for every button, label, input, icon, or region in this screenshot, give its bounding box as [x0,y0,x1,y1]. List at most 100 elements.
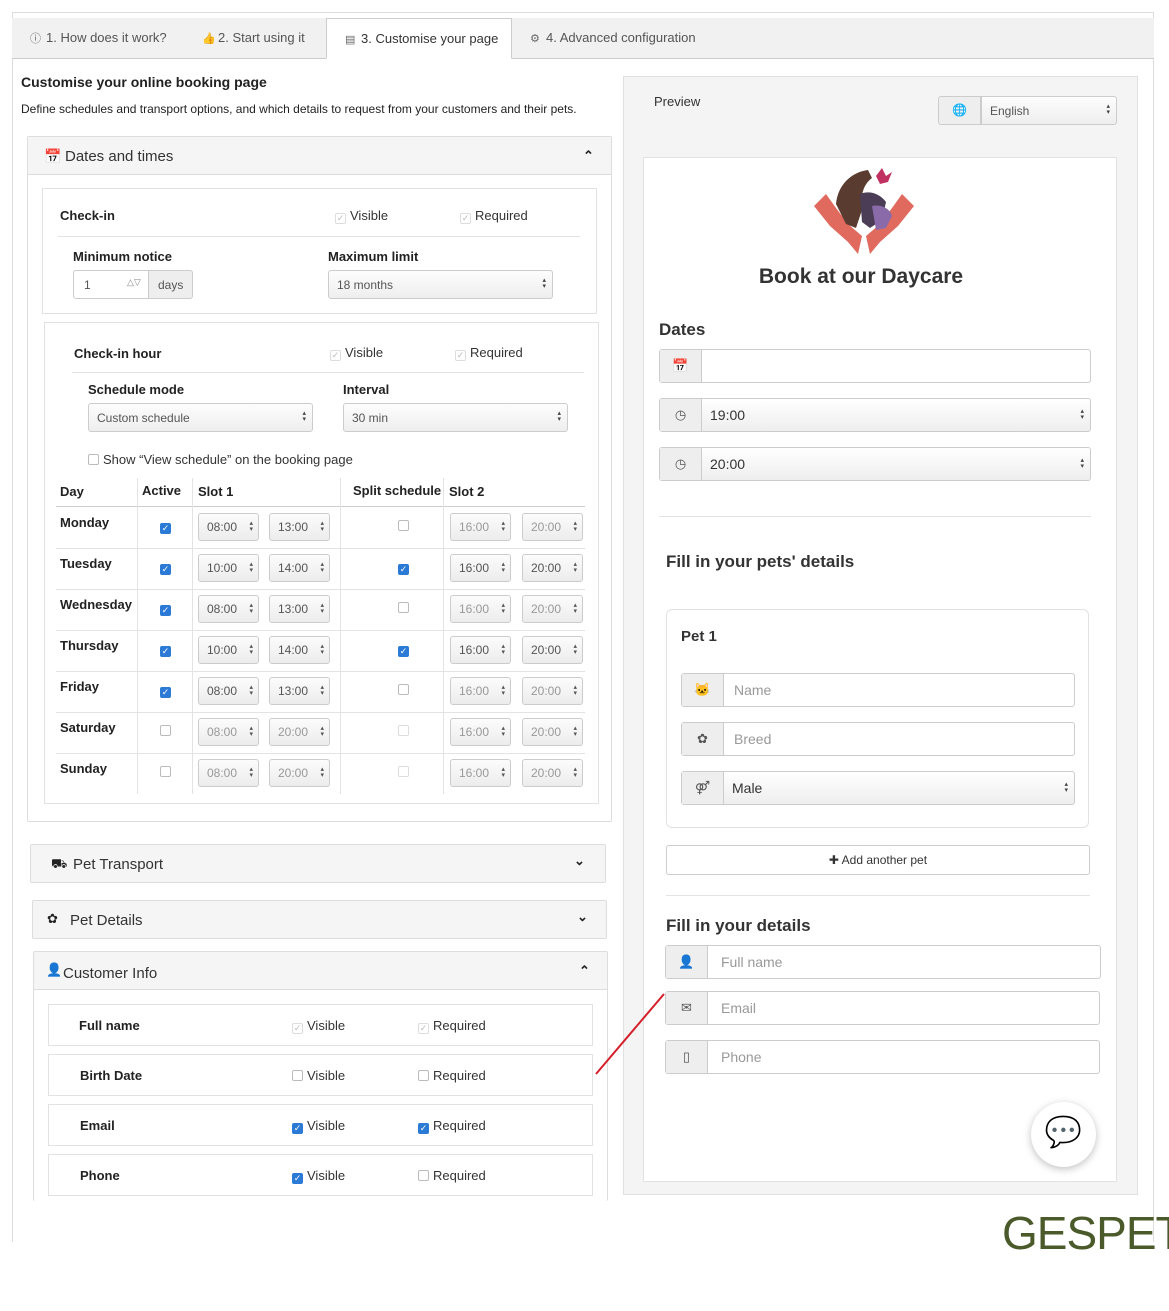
thumbs-up-icon: 👍 [202,33,216,45]
slot1-end-select[interactable]: 14:00 [269,554,330,582]
pet-details-header[interactable]: ✿ Pet Details ⌄ [32,900,607,939]
tab-advanced-config[interactable]: ⚙ 4. Advanced configuration [512,18,712,59]
add-pet-button[interactable]: ✚ Add another pet [666,845,1090,875]
tab-how-it-works[interactable]: ⓘ 1. How does it work? [12,18,184,59]
customer-required-checkbox[interactable]: ✓ Required [418,1018,486,1034]
slot1-start-select[interactable]: 08:00 [198,759,259,787]
slot1-end-select[interactable]: 20:00 [269,759,330,787]
customer-visible-checkbox[interactable]: ✓ Visible [292,1118,345,1134]
slot1-start-select[interactable]: 08:00 [198,677,259,705]
date-input[interactable]: 📅 [659,349,1091,383]
language-select[interactable]: English [981,96,1117,125]
checkin-visible-checkbox[interactable]: ✓ Visible [335,208,388,224]
show-schedule-checkbox[interactable]: Show “View schedule” on the booking page [88,452,353,467]
day-label: Wednesday [60,597,133,612]
slot2-start-select[interactable]: 16:00 [450,636,511,664]
divider [659,516,1091,517]
customer-required-checkbox[interactable]: Required [418,1168,486,1183]
active-checkbox[interactable]: ✓ [160,558,175,576]
chevron-down-icon[interactable]: ⌄ [574,853,585,869]
customer-info-header[interactable]: 👤 Customer Info ⌃ [34,952,607,990]
slot2-start-select[interactable]: 16:00 [450,677,511,705]
customer-visible-checkbox[interactable]: ✓ Visible [292,1018,345,1034]
slot1-end-select[interactable]: 13:00 [269,595,330,623]
active-checkbox[interactable] [160,763,175,781]
slot2-end-select[interactable]: 20:00 [522,759,583,787]
interval-select[interactable]: 30 min [343,403,568,432]
min-notice-label: Minimum notice [73,249,172,264]
split-checkbox[interactable]: ✓ [398,640,413,658]
calendar-icon: 📅 [44,148,62,164]
customer-visible-checkbox[interactable]: Visible [292,1068,345,1083]
hour-required-checkbox[interactable]: ✓ Required [455,345,523,361]
chat-icon[interactable]: 💬 [1031,1102,1096,1167]
slot2-end-select[interactable]: 20:00 [522,595,583,623]
col-split: Split schedule [353,483,442,498]
slot2-end-select[interactable]: 20:00 [522,677,583,705]
day-label: Friday [60,679,100,694]
tab-customise-page[interactable]: ▤ 3. Customise your page [326,18,512,59]
checkin-time-select[interactable]: ◷ 19:00 [659,398,1091,432]
slot2-start-select[interactable]: 16:00 [450,718,511,746]
slot2-start-select[interactable]: 16:00 [450,759,511,787]
checkout-time-select[interactable]: ◷ 20:00 [659,447,1091,481]
min-notice-input[interactable]: 1 △▽ [73,270,149,299]
chevron-down-icon[interactable]: ⌄ [577,909,588,925]
active-checkbox[interactable] [160,722,175,740]
col-day: Day [60,484,84,499]
split-checkbox[interactable] [398,722,413,740]
schedule-mode-label: Schedule mode [88,382,185,397]
customer-required-checkbox[interactable]: Required [418,1068,486,1083]
slot1-end-select[interactable]: 20:00 [269,718,330,746]
schedule-mode-select[interactable]: Custom schedule [88,403,313,432]
clock-icon: ◷ [660,448,702,480]
split-checkbox[interactable] [398,599,413,617]
slot1-start-select[interactable]: 08:00 [198,595,259,623]
page-description: Define schedules and transport options, … [21,102,577,116]
slot2-start-select[interactable]: 16:00 [450,595,511,623]
slot2-start-select[interactable]: 16:00 [450,554,511,582]
email-input[interactable]: ✉ Email [665,991,1100,1025]
gespet-logo: GESPET [1002,1207,1169,1259]
slot2-end-select[interactable]: 20:00 [522,636,583,664]
pet-name-input[interactable]: 🐱 Name [681,673,1075,707]
row-divider [56,589,585,590]
hour-visible-checkbox[interactable]: ✓ Visible [330,345,383,361]
slot1-end-select[interactable]: 13:00 [269,677,330,705]
split-checkbox[interactable] [398,517,413,535]
slot1-start-select[interactable]: 10:00 [198,636,259,664]
dates-times-header[interactable]: 📅 Dates and times ⌃ [28,137,611,175]
split-checkbox[interactable] [398,763,413,781]
pet-transport-header[interactable]: ⛟ Pet Transport ⌄ [30,844,606,883]
split-checkbox[interactable]: ✓ [398,558,413,576]
col-slot1: Slot 1 [198,484,234,499]
truck-icon: ⛟ [51,856,68,871]
slot2-start-select[interactable]: 16:00 [450,513,511,541]
phone-input[interactable]: ▯ Phone [665,1040,1100,1074]
active-checkbox[interactable]: ✓ [160,640,175,658]
customer-visible-checkbox[interactable]: ✓ Visible [292,1168,345,1184]
slot1-end-select[interactable]: 14:00 [269,636,330,664]
col-divider [443,478,444,794]
pet-sex-select[interactable]: ⚤ Male [681,771,1075,805]
pets-details-title: Fill in your pets' details [666,552,855,571]
slot2-end-select[interactable]: 20:00 [522,718,583,746]
slot1-start-select[interactable]: 10:00 [198,554,259,582]
slot1-end-select[interactable]: 13:00 [269,513,330,541]
split-checkbox[interactable] [398,681,413,699]
active-checkbox[interactable]: ✓ [160,681,175,699]
max-limit-select[interactable]: 18 months [328,270,553,299]
customer-required-checkbox[interactable]: ✓ Required [418,1118,486,1134]
slot2-end-select[interactable]: 20:00 [522,513,583,541]
pet-breed-input[interactable]: ✿ Breed [681,722,1075,756]
chevron-up-icon[interactable]: ⌃ [579,963,590,979]
slot1-start-select[interactable]: 08:00 [198,513,259,541]
chevron-up-icon[interactable]: ⌃ [583,148,594,164]
active-checkbox[interactable]: ✓ [160,517,175,535]
checkin-required-checkbox[interactable]: ✓ Required [460,208,528,224]
active-checkbox[interactable]: ✓ [160,599,175,617]
fullname-input[interactable]: 👤 Full name [665,945,1101,979]
slot2-end-select[interactable]: 20:00 [522,554,583,582]
tab-start-using[interactable]: 👍 2. Start using it [184,18,327,59]
slot1-start-select[interactable]: 08:00 [198,718,259,746]
